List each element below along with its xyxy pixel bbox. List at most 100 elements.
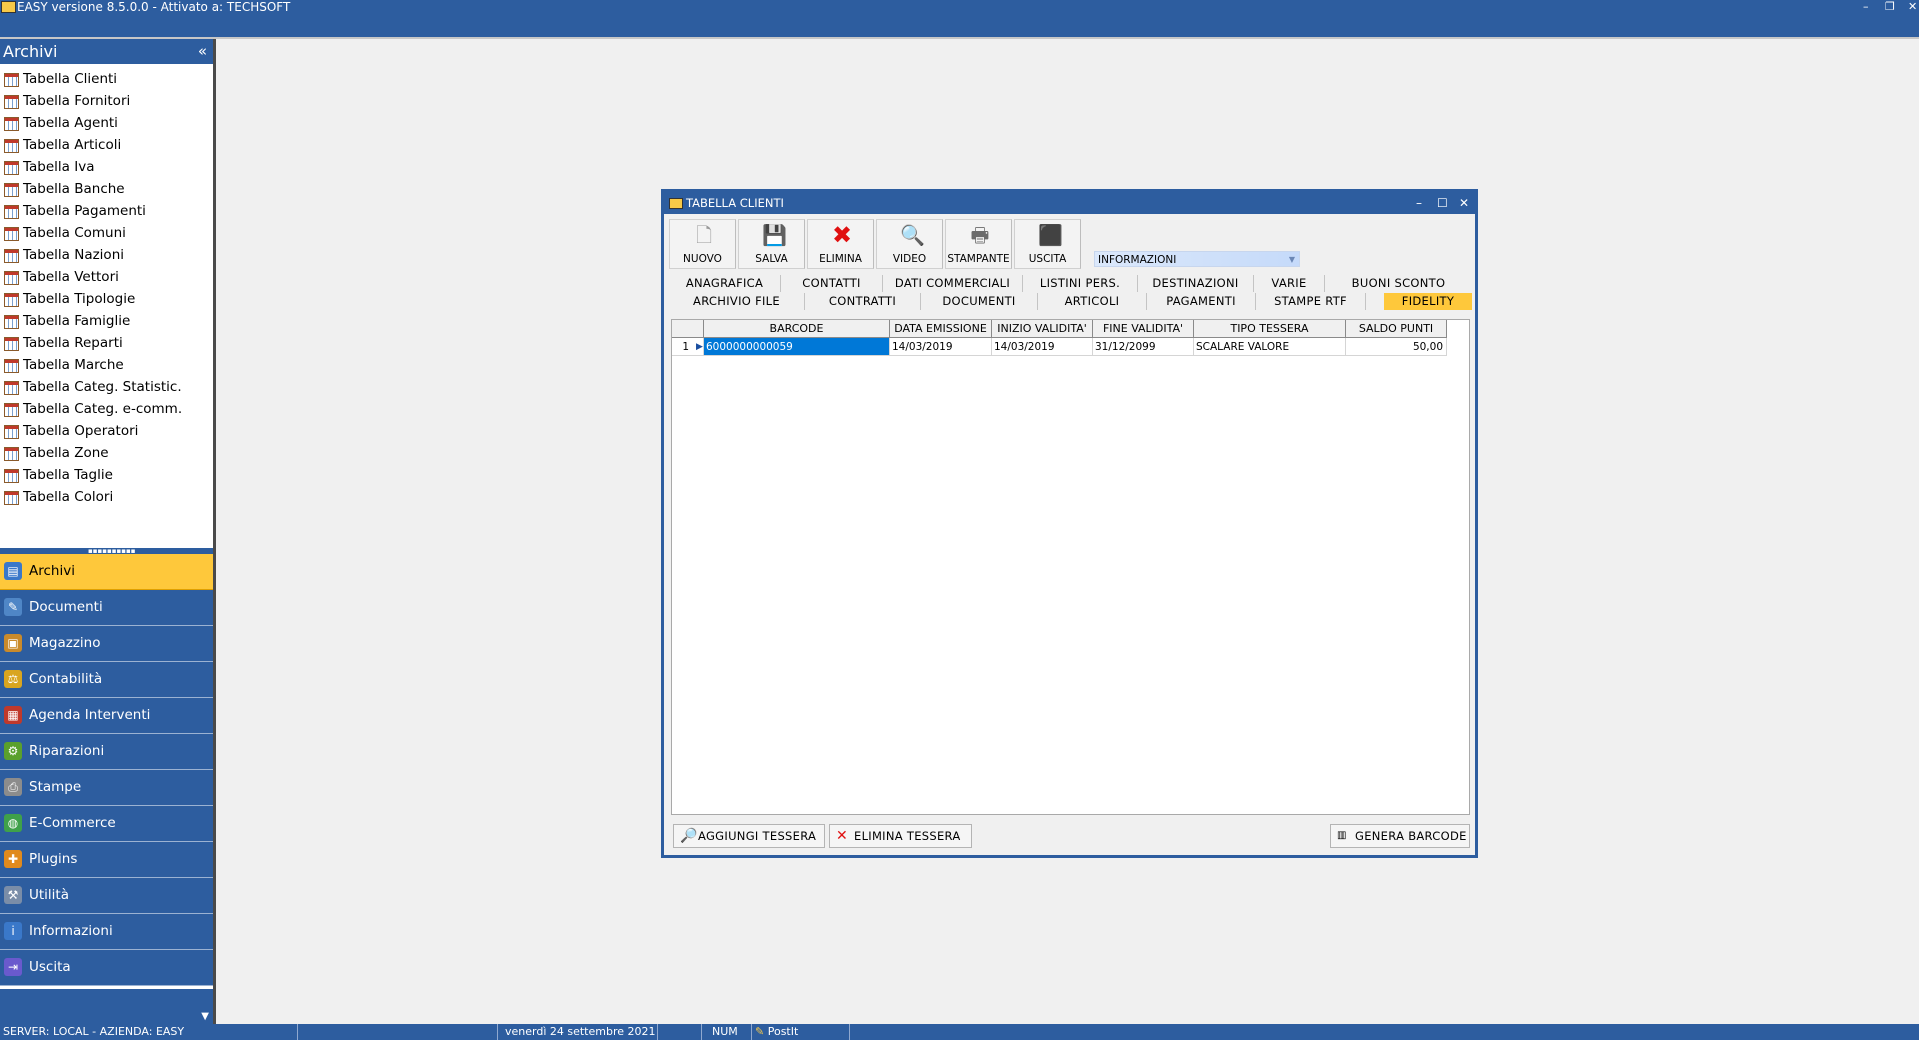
nav-item-utilit-[interactable]: ⚒ Utilità: [0, 878, 213, 914]
tab-destinazioni[interactable]: DESTINAZIONI: [1138, 275, 1254, 292]
cell-saldo-punti[interactable]: 50,00: [1346, 338, 1447, 356]
salva-button[interactable]: 💾 SALVA: [738, 219, 805, 269]
nav-item-magazzino[interactable]: ▣ Magazzino: [0, 626, 213, 662]
status-num: NUM: [702, 1024, 752, 1040]
elimina-tessera-label: ELIMINA TESSERA: [854, 829, 961, 843]
nav-item-contabilit-[interactable]: ⚖ Contabilità: [0, 662, 213, 698]
nav-item-riparazioni[interactable]: ⚙ Riparazioni: [0, 734, 213, 770]
row-pointer-icon: ▶: [696, 342, 703, 352]
nav-item-archivi[interactable]: ▤ Archivi: [0, 554, 213, 590]
nuovo-button[interactable]: 🗋 NUOVO: [669, 219, 736, 269]
restore-icon[interactable]: ❐: [1885, 0, 1895, 14]
tab-pagamenti[interactable]: PAGAMENTI: [1147, 293, 1256, 310]
sidebar-item-tabella-vettori[interactable]: Tabella Vettori: [0, 266, 213, 288]
sidebar-item-tabella-taglie[interactable]: Tabella Taglie: [0, 464, 213, 486]
sidebar-item-tabella-zone[interactable]: Tabella Zone: [0, 442, 213, 464]
sidebar-item-tabella-fornitori[interactable]: Tabella Fornitori: [0, 90, 213, 112]
sidebar-item-tabella-nazioni[interactable]: Tabella Nazioni: [0, 244, 213, 266]
tab-articoli[interactable]: ARTICOLI: [1038, 293, 1147, 310]
sidebar-item-label: Tabella Categ. Statistic.: [23, 379, 182, 395]
table-icon: [4, 337, 19, 351]
nav-item-informazioni[interactable]: i Informazioni: [0, 914, 213, 950]
collapse-icon[interactable]: «: [198, 42, 207, 60]
tab-archivio-file[interactable]: ARCHIVIO FILE: [669, 293, 805, 310]
sidebar-item-tabella-articoli[interactable]: Tabella Articoli: [0, 134, 213, 156]
nav-item-plugins[interactable]: ✚ Plugins: [0, 842, 213, 878]
tab-documenti[interactable]: DOCUMENTI: [921, 293, 1038, 310]
col-fine-validita[interactable]: FINE VALIDITA': [1093, 320, 1194, 338]
cell-barcode[interactable]: 6000000000059: [704, 338, 890, 356]
sidebar-item-label: Tabella Comuni: [23, 225, 126, 241]
sidebar-item-tabella-clienti[interactable]: Tabella Clienti: [0, 68, 213, 90]
sidebar-item-label: Tabella Vettori: [23, 269, 119, 285]
tab-anagrafica[interactable]: ANAGRAFICA: [669, 275, 781, 292]
search-key-icon: 🔎: [680, 828, 698, 844]
col-data-emissione[interactable]: DATA EMISSIONE: [890, 320, 992, 338]
uscita-button[interactable]: ⬛ USCITA: [1014, 219, 1081, 269]
video-button[interactable]: 🔍 VIDEO: [876, 219, 943, 269]
cell-inizio-validita[interactable]: 14/03/2019: [992, 338, 1093, 356]
sidebar-item-tabella-reparti[interactable]: Tabella Reparti: [0, 332, 213, 354]
tab-buoni-sconto[interactable]: BUONI SCONTO: [1325, 275, 1472, 292]
sidebar-item-tabella-categ-e-comm[interactable]: Tabella Categ. e-comm.: [0, 398, 213, 420]
cell-data-emissione[interactable]: 14/03/2019: [890, 338, 992, 356]
sidebar-item-tabella-operatori[interactable]: Tabella Operatori: [0, 420, 213, 442]
nav-item-e-commerce[interactable]: ◍ E-Commerce: [0, 806, 213, 842]
dialog-maximize-icon[interactable]: ☐: [1437, 192, 1448, 214]
sidebar-item-tabella-comuni[interactable]: Tabella Comuni: [0, 222, 213, 244]
sidebar-item-tabella-iva[interactable]: Tabella Iva: [0, 156, 213, 178]
sidebar-item-tabella-marche[interactable]: Tabella Marche: [0, 354, 213, 376]
cell-fine-validita[interactable]: 31/12/2099: [1093, 338, 1194, 356]
stampante-button[interactable]: 🖶 STAMPANTE: [945, 219, 1012, 269]
sidebar-title: Archivi: [3, 42, 58, 61]
tab-dati-commerciali[interactable]: DATI COMMERCIALI: [883, 275, 1023, 292]
table-icon: [4, 403, 19, 417]
cell-tipo-tessera[interactable]: SCALARE VALORE: [1194, 338, 1346, 356]
sidebar-footer: ▼: [0, 989, 213, 1024]
genera-barcode-button[interactable]: ▥ GENERA BARCODE: [1330, 824, 1470, 848]
col-saldo-punti[interactable]: SALDO PUNTI: [1346, 320, 1447, 338]
table-icon: [4, 293, 19, 307]
status-empty-1: [298, 1024, 498, 1040]
tab-stampe-rtf[interactable]: STAMPE RTF: [1256, 293, 1366, 310]
sidebar-item-tabella-pagamenti[interactable]: Tabella Pagamenti: [0, 200, 213, 222]
sidebar-item-label: Tabella Agenti: [23, 115, 118, 131]
aggiungi-tessera-label: AGGIUNGI TESSERA: [698, 829, 817, 843]
sidebar-item-tabella-categ-statistic[interactable]: Tabella Categ. Statistic.: [0, 376, 213, 398]
sidebar-item-tabella-tipologie[interactable]: Tabella Tipologie: [0, 288, 213, 310]
tab-contatti[interactable]: CONTATTI: [781, 275, 883, 292]
col-tipo-tessera[interactable]: TIPO TESSERA: [1194, 320, 1346, 338]
tabella-clienti-dialog: TABELLA CLIENTI – ☐ ✕ 🗋 NUOVO 💾 SALVA ✖ …: [661, 189, 1478, 858]
chevron-down-icon[interactable]: ▼: [201, 1011, 209, 1022]
chevron-down-icon: ▼: [1288, 255, 1295, 264]
tab-contratti[interactable]: CONTRATTI: [805, 293, 921, 310]
minimize-icon[interactable]: –: [1863, 0, 1869, 14]
elimina-tessera-button[interactable]: ✕ ELIMINA TESSERA: [829, 824, 972, 848]
postit-button[interactable]: ✎ PostIt: [752, 1024, 850, 1040]
sidebar-item-label: Tabella Taglie: [23, 467, 113, 483]
sidebar-item-label: Tabella Tipologie: [23, 291, 136, 307]
aggiungi-tessera-button[interactable]: 🔎 AGGIUNGI TESSERA: [673, 824, 825, 848]
close-icon[interactable]: ✕: [1908, 0, 1917, 14]
elimina-button[interactable]: ✖ ELIMINA: [807, 219, 874, 269]
delete-x-icon: ✖: [831, 221, 853, 249]
dialog-app-icon: [669, 198, 683, 209]
sidebar: Archivi « Tabella Clienti Tabella Fornito…: [0, 39, 216, 1024]
sidebar-item-tabella-agenti[interactable]: Tabella Agenti: [0, 112, 213, 134]
nav-item-documenti[interactable]: ✎ Documenti: [0, 590, 213, 626]
nav-item-agenda-interventi[interactable]: ▦ Agenda Interventi: [0, 698, 213, 734]
sidebar-item-tabella-banche[interactable]: Tabella Banche: [0, 178, 213, 200]
dialog-minimize-icon[interactable]: –: [1416, 192, 1422, 214]
col-barcode[interactable]: BARCODE: [704, 320, 890, 338]
informazioni-dropdown[interactable]: INFORMAZIONI ▼: [1094, 251, 1300, 267]
tab-varie[interactable]: VARIE: [1254, 275, 1325, 292]
dialog-close-icon[interactable]: ✕: [1459, 192, 1469, 214]
sidebar-item-tabella-famiglie[interactable]: Tabella Famiglie: [0, 310, 213, 332]
sidebar-item-tabella-colori[interactable]: Tabella Colori: [0, 486, 213, 508]
tab-listini-pers[interactable]: LISTINI PERS.: [1023, 275, 1138, 292]
col-inizio-validita[interactable]: INIZIO VALIDITA': [992, 320, 1093, 338]
nav-item-uscita[interactable]: ⇥ Uscita: [0, 950, 213, 986]
nav-item-stampe[interactable]: ⎙ Stampe: [0, 770, 213, 806]
repair-icon: ⚙: [4, 742, 22, 760]
tab-fidelity[interactable]: FIDELITY: [1384, 293, 1472, 310]
